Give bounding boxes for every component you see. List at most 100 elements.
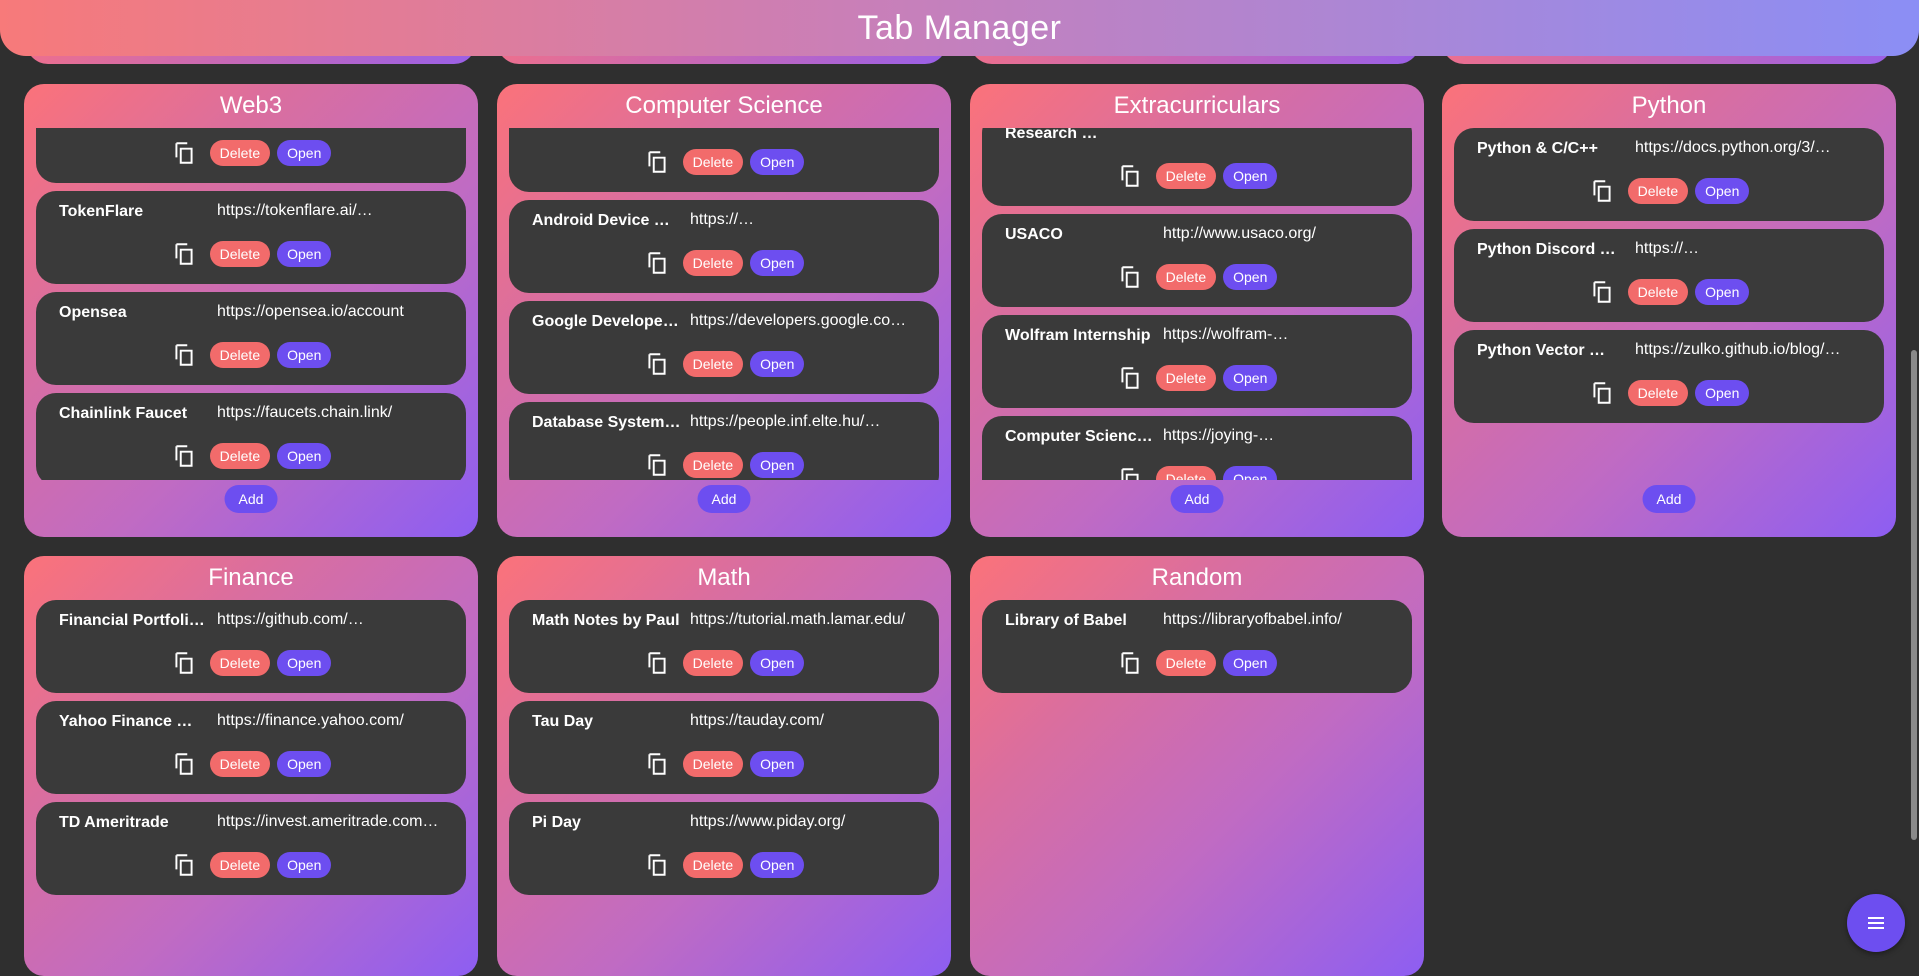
category-card: Computer Science Delete Open Android Device… bbox=[497, 84, 951, 537]
open-button[interactable]: Open bbox=[277, 140, 332, 166]
delete-button[interactable]: Delete bbox=[682, 351, 744, 377]
delete-button[interactable]: Delete bbox=[1155, 365, 1217, 391]
open-button[interactable]: Open bbox=[750, 351, 805, 377]
category-title: Finance bbox=[208, 564, 294, 591]
copy-icon[interactable] bbox=[1117, 466, 1143, 480]
tab-list[interactable]: Research … Delete Open USACO http://www.usac… bbox=[982, 128, 1412, 480]
delete-button[interactable]: Delete bbox=[1627, 178, 1689, 204]
open-button[interactable]: Open bbox=[1223, 466, 1278, 480]
tab-actions: Delete Open bbox=[509, 750, 939, 778]
open-button[interactable]: Open bbox=[277, 241, 332, 267]
tab-list[interactable]: Delete Open TokenFlare https://tokenflare.a… bbox=[36, 128, 466, 480]
add-button[interactable]: Add bbox=[1170, 485, 1224, 513]
delete-button[interactable]: Delete bbox=[682, 250, 744, 276]
menu-icon bbox=[1868, 917, 1884, 929]
copy-icon[interactable] bbox=[644, 351, 670, 377]
delete-button[interactable]: Delete bbox=[209, 852, 271, 878]
open-button[interactable]: Open bbox=[277, 650, 332, 676]
delete-button[interactable]: Delete bbox=[209, 650, 271, 676]
open-button[interactable]: Open bbox=[277, 852, 332, 878]
copy-icon[interactable] bbox=[171, 140, 197, 166]
category-title: Random bbox=[1151, 564, 1243, 591]
tab-url: https://… bbox=[690, 211, 755, 228]
open-button[interactable]: Open bbox=[750, 250, 805, 276]
delete-button[interactable]: Delete bbox=[1155, 264, 1217, 290]
open-button[interactable]: Open bbox=[750, 149, 805, 175]
copy-icon[interactable] bbox=[644, 149, 670, 175]
open-button[interactable]: Open bbox=[750, 852, 805, 878]
open-button[interactable]: Open bbox=[1695, 279, 1750, 305]
copy-icon[interactable] bbox=[1589, 380, 1615, 406]
copy-icon[interactable] bbox=[1589, 178, 1615, 204]
open-button[interactable]: Open bbox=[1695, 380, 1750, 406]
delete-button[interactable]: Delete bbox=[209, 140, 271, 166]
open-button[interactable]: Open bbox=[750, 650, 805, 676]
delete-button[interactable]: Delete bbox=[209, 443, 271, 469]
tab-item: Python Discord … https://… Delete Open bbox=[1454, 229, 1884, 322]
tab-item: Computer Science… https://joying-… Delete O… bbox=[982, 416, 1412, 480]
category-title: Python bbox=[1631, 92, 1707, 119]
delete-button[interactable]: Delete bbox=[1627, 279, 1689, 305]
delete-button[interactable]: Delete bbox=[682, 452, 744, 478]
copy-icon[interactable] bbox=[171, 443, 197, 469]
add-button[interactable]: Add bbox=[697, 485, 751, 513]
tab-list[interactable]: Financial Portfolio… https://github.com/…… bbox=[36, 600, 466, 976]
open-button[interactable]: Open bbox=[1223, 163, 1278, 189]
open-button[interactable]: Open bbox=[1223, 365, 1278, 391]
copy-icon[interactable] bbox=[171, 342, 197, 368]
copy-icon[interactable] bbox=[644, 650, 670, 676]
copy-icon[interactable] bbox=[1117, 264, 1143, 290]
open-button[interactable]: Open bbox=[277, 443, 332, 469]
open-button[interactable]: Open bbox=[1695, 178, 1750, 204]
delete-button[interactable]: Delete bbox=[209, 241, 271, 267]
tab-actions: Delete Open bbox=[982, 649, 1412, 677]
tab-name: Math Notes by Paul bbox=[532, 612, 680, 629]
add-button[interactable]: Add bbox=[1642, 485, 1696, 513]
open-button[interactable]: Open bbox=[750, 751, 805, 777]
tab-url: https://faucets.chain.link/ bbox=[217, 404, 393, 421]
add-button[interactable]: Add bbox=[224, 485, 278, 513]
delete-button[interactable]: Delete bbox=[1155, 650, 1217, 676]
tab-name: Library of Babel bbox=[1005, 612, 1127, 629]
copy-icon[interactable] bbox=[644, 452, 670, 478]
delete-button[interactable]: Delete bbox=[682, 852, 744, 878]
copy-icon[interactable] bbox=[171, 241, 197, 267]
scrollbar[interactable] bbox=[1911, 350, 1917, 840]
copy-icon[interactable] bbox=[644, 751, 670, 777]
delete-button[interactable]: Delete bbox=[682, 650, 744, 676]
copy-icon[interactable] bbox=[171, 650, 197, 676]
copy-icon[interactable] bbox=[1117, 163, 1143, 189]
tab-item: Library of Babel https://libraryofbabel.i… bbox=[982, 600, 1412, 693]
menu-button[interactable] bbox=[1847, 894, 1905, 952]
tab-list[interactable]: Python & C/C++ https://docs.python.org/3/… bbox=[1454, 128, 1884, 480]
copy-icon[interactable] bbox=[1117, 650, 1143, 676]
delete-button[interactable]: Delete bbox=[1155, 466, 1217, 480]
delete-button[interactable]: Delete bbox=[682, 751, 744, 777]
open-button[interactable]: Open bbox=[277, 342, 332, 368]
delete-button[interactable]: Delete bbox=[682, 149, 744, 175]
open-button[interactable]: Open bbox=[1223, 650, 1278, 676]
copy-icon[interactable] bbox=[171, 852, 197, 878]
copy-icon[interactable] bbox=[1589, 279, 1615, 305]
copy-icon[interactable] bbox=[171, 751, 197, 777]
delete-button[interactable]: Delete bbox=[1627, 380, 1689, 406]
copy-icon[interactable] bbox=[644, 852, 670, 878]
tab-actions: Delete Open bbox=[982, 263, 1412, 291]
tab-actions: Delete Open bbox=[1454, 177, 1884, 205]
tab-list[interactable]: Library of Babel https://libraryofbabel.i… bbox=[982, 600, 1412, 976]
copy-icon[interactable] bbox=[644, 250, 670, 276]
open-button[interactable]: Open bbox=[750, 452, 805, 478]
delete-button[interactable]: Delete bbox=[209, 751, 271, 777]
open-button[interactable]: Open bbox=[277, 751, 332, 777]
delete-button[interactable]: Delete bbox=[1155, 163, 1217, 189]
tab-name: TokenFlare bbox=[59, 203, 144, 220]
category-card: Extracurriculars Research … Delete Open USAC… bbox=[970, 84, 1424, 537]
tab-list[interactable]: Math Notes by Paul https://tutorial.math.… bbox=[509, 600, 939, 976]
copy-icon[interactable] bbox=[1117, 365, 1143, 391]
open-button[interactable]: Open bbox=[1223, 264, 1278, 290]
tab-name: Chainlink Faucet bbox=[59, 405, 188, 422]
tab-item: Chainlink Faucet https://faucets.chain.li… bbox=[36, 393, 466, 480]
delete-button[interactable]: Delete bbox=[209, 342, 271, 368]
tab-item: Database System… https://people.inf.elte.… bbox=[509, 402, 939, 480]
tab-list[interactable]: Delete Open Android Device … https://… Delet… bbox=[509, 128, 939, 480]
